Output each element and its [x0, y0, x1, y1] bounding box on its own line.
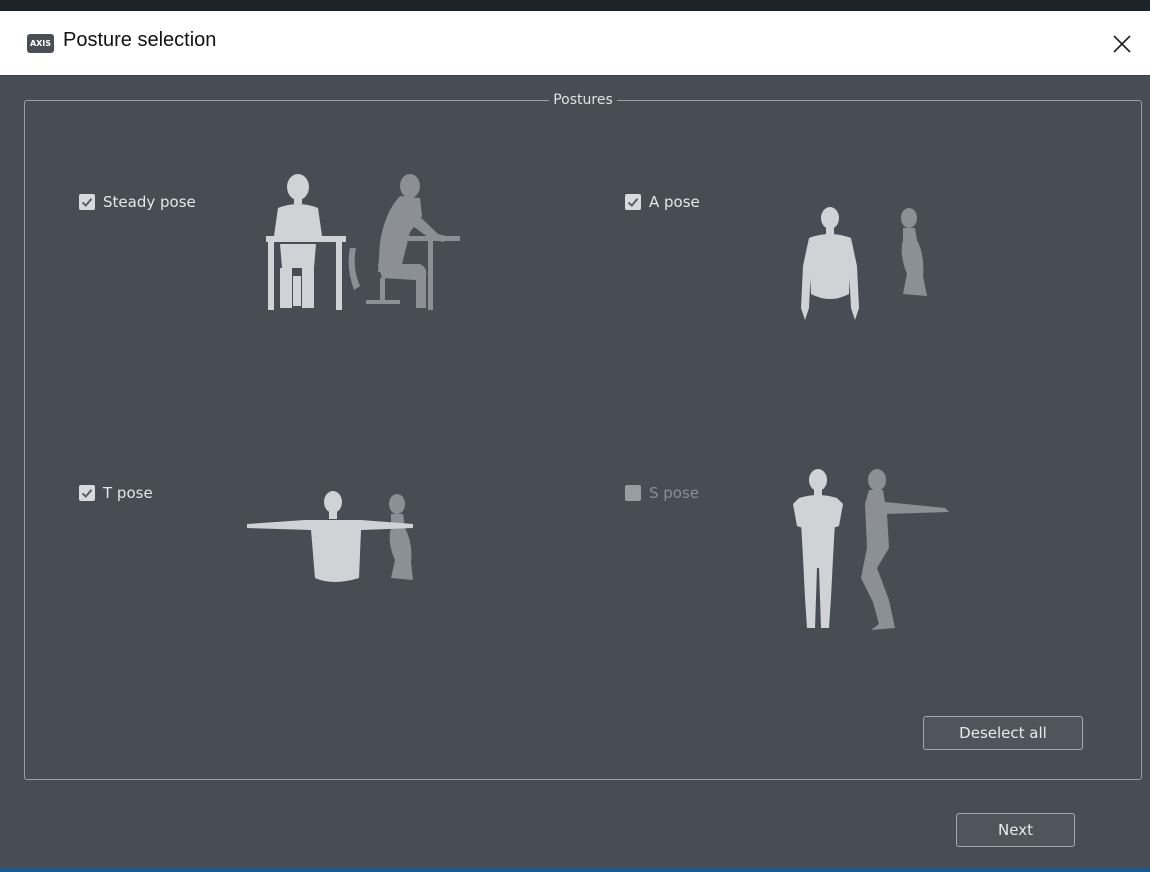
checkbox-unchecked-icon: [625, 485, 641, 501]
s-pose-illustration: [793, 469, 949, 630]
deselect-all-button[interactable]: Deselect all: [923, 716, 1083, 750]
t-pose-checkbox[interactable]: T pose: [79, 484, 153, 502]
t-pose-label: T pose: [103, 484, 153, 502]
s-pose-label: S pose: [649, 484, 700, 502]
a-pose-label: A pose: [649, 193, 700, 211]
window-bottom-edge: [0, 868, 1150, 872]
window-title: Posture selection: [63, 29, 217, 51]
dialog-body: Postures Steady pose A pose T pose S pos…: [0, 76, 1150, 868]
t-pose-illustration: [247, 491, 413, 582]
steady-pose-checkbox[interactable]: Steady pose: [79, 193, 196, 211]
steady-pose-illustration: [266, 174, 460, 310]
s-pose-checkbox[interactable]: S pose: [625, 484, 699, 502]
checkbox-checked-icon: [79, 194, 95, 210]
app-logo-icon: AXIS: [27, 34, 54, 53]
steady-pose-label: Steady pose: [103, 193, 196, 211]
postures-group-title: Postures: [25, 91, 1141, 109]
checkbox-checked-icon: [625, 194, 641, 210]
a-pose-illustration: [801, 207, 927, 320]
a-pose-checkbox[interactable]: A pose: [625, 193, 700, 211]
window-top-edge: [0, 0, 1150, 11]
next-button[interactable]: Next: [956, 813, 1075, 847]
checkbox-checked-icon: [79, 485, 95, 501]
close-icon[interactable]: [1108, 30, 1136, 58]
title-bar: AXIS Posture selection: [0, 11, 1150, 76]
